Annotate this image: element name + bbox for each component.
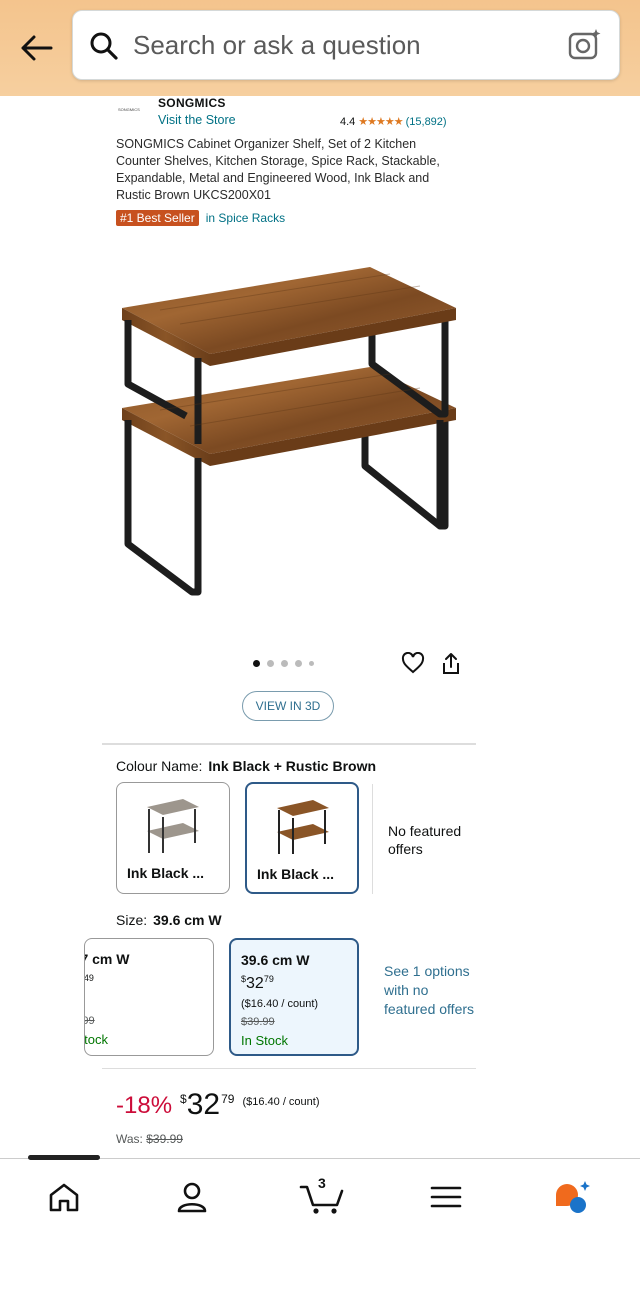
was-price-label: Was: bbox=[116, 1132, 143, 1146]
search-icon bbox=[89, 31, 119, 66]
size-option-price-whole: 32 bbox=[246, 975, 264, 992]
size-option-29-7[interactable]: 29.7 cm W $2549 $33.99 In Stock bbox=[84, 938, 214, 1056]
size-option-per-count: ($16.40 / count) bbox=[241, 998, 319, 1010]
see-options-link[interactable]: See 1 options with no featured offers bbox=[384, 962, 476, 1019]
visit-store-link[interactable]: Visit the Store bbox=[158, 113, 236, 127]
colour-selected-value: Ink Black + Rustic Brown bbox=[208, 758, 377, 774]
size-option-39-6[interactable]: 39.6 cm W $3279 ($16.40 / count) $39.99 … bbox=[229, 938, 359, 1056]
cart-count-badge: 3 bbox=[318, 1175, 326, 1191]
size-option-price: $2549 bbox=[84, 973, 94, 992]
divider bbox=[102, 1068, 476, 1069]
carousel-dot[interactable] bbox=[267, 660, 274, 667]
home-icon[interactable] bbox=[44, 1177, 84, 1217]
best-seller-row: #1 Best Seller in Spice Racks bbox=[116, 210, 285, 226]
size-option-was-price: $39.99 bbox=[241, 1016, 275, 1028]
colour-thumbnail bbox=[147, 799, 199, 853]
product-image[interactable] bbox=[100, 244, 480, 644]
camera-search-icon[interactable] bbox=[567, 27, 603, 68]
size-label-text: Size: bbox=[116, 912, 148, 928]
colour-label-text: Colour Name: bbox=[116, 758, 203, 774]
heart-icon[interactable] bbox=[401, 651, 425, 679]
size-option-price: $3279 bbox=[241, 974, 274, 993]
colour-option-label: Ink Black ... bbox=[257, 866, 335, 882]
image-carousel-dots[interactable] bbox=[253, 660, 314, 667]
best-seller-badge: #1 Best Seller bbox=[116, 210, 199, 226]
menu-icon[interactable] bbox=[426, 1177, 466, 1217]
price-fraction: 79 bbox=[221, 1092, 235, 1106]
divider bbox=[102, 743, 476, 745]
active-tab-indicator bbox=[28, 1155, 100, 1160]
back-arrow-icon[interactable] bbox=[14, 28, 58, 68]
brand-name: SONGMICS bbox=[158, 96, 226, 110]
was-price: Was: $39.99 bbox=[116, 1132, 183, 1146]
rating-count[interactable]: (15,892) bbox=[406, 116, 447, 128]
carousel-dot[interactable] bbox=[309, 661, 314, 666]
brand-logo: SONGMICS bbox=[118, 107, 140, 112]
divider bbox=[372, 784, 373, 894]
best-seller-category-link[interactable]: in Spice Racks bbox=[206, 211, 285, 225]
star-rating-icon: ★★★★★ bbox=[358, 116, 403, 128]
size-option-was-price: $33.99 bbox=[85, 1015, 95, 1027]
rating-value: 4.4 bbox=[340, 115, 356, 128]
rufus-assistant-icon[interactable] bbox=[552, 1177, 592, 1217]
colour-option-grey[interactable]: Ink Black ... bbox=[116, 782, 230, 894]
size-option-label: 39.6 cm W bbox=[241, 952, 310, 968]
no-featured-offers-text: No featured offers bbox=[388, 823, 462, 857]
carousel-dot[interactable] bbox=[295, 660, 302, 667]
price-currency: $ bbox=[180, 1092, 187, 1106]
size-option-price-frac: 79 bbox=[263, 974, 274, 984]
product-title: SONGMICS Cabinet Organizer Shelf, Set of… bbox=[116, 137, 440, 202]
discount-percent: -18% bbox=[116, 1092, 173, 1119]
price-whole: 32 bbox=[186, 1088, 221, 1121]
was-price-value: $39.99 bbox=[146, 1132, 183, 1146]
colour-thumbnail bbox=[277, 800, 329, 854]
carousel-dot[interactable] bbox=[281, 660, 288, 667]
size-option-price-frac: 49 bbox=[84, 973, 94, 983]
brand-row: SONGMICS SONGMICS Visit the Store 4.4 ★★… bbox=[116, 96, 466, 132]
share-icon[interactable] bbox=[440, 652, 462, 681]
colour-label: Colour Name: Ink Black + Rustic Brown bbox=[116, 758, 376, 774]
carousel-dot[interactable] bbox=[253, 660, 260, 667]
size-selected-value: 39.6 cm W bbox=[153, 912, 222, 928]
top-bar bbox=[0, 0, 640, 96]
current-price: $ 32 79 bbox=[180, 1088, 234, 1122]
price-block: -18% $ 32 79 ($16.40 / count) bbox=[116, 1088, 320, 1122]
size-label: Size: 39.6 cm W bbox=[116, 912, 222, 928]
colour-option-label: Ink Black ... bbox=[127, 865, 205, 881]
rating-summary[interactable]: 4.4 ★★★★★ (15,892) bbox=[340, 115, 447, 129]
size-option-stock: In Stock bbox=[84, 1032, 108, 1047]
price-per-count: ($16.40 / count) bbox=[242, 1096, 320, 1108]
account-icon[interactable] bbox=[172, 1177, 212, 1217]
size-option-label: 29.7 cm W bbox=[85, 951, 130, 967]
view-in-3d-button[interactable]: VIEW IN 3D bbox=[242, 691, 334, 721]
search-input[interactable] bbox=[133, 25, 553, 65]
bottom-navigation: 3 bbox=[0, 1155, 640, 1290]
size-option-stock: In Stock bbox=[241, 1033, 288, 1048]
search-bar[interactable] bbox=[72, 10, 620, 80]
colour-option-brown[interactable]: Ink Black ... bbox=[245, 782, 359, 894]
